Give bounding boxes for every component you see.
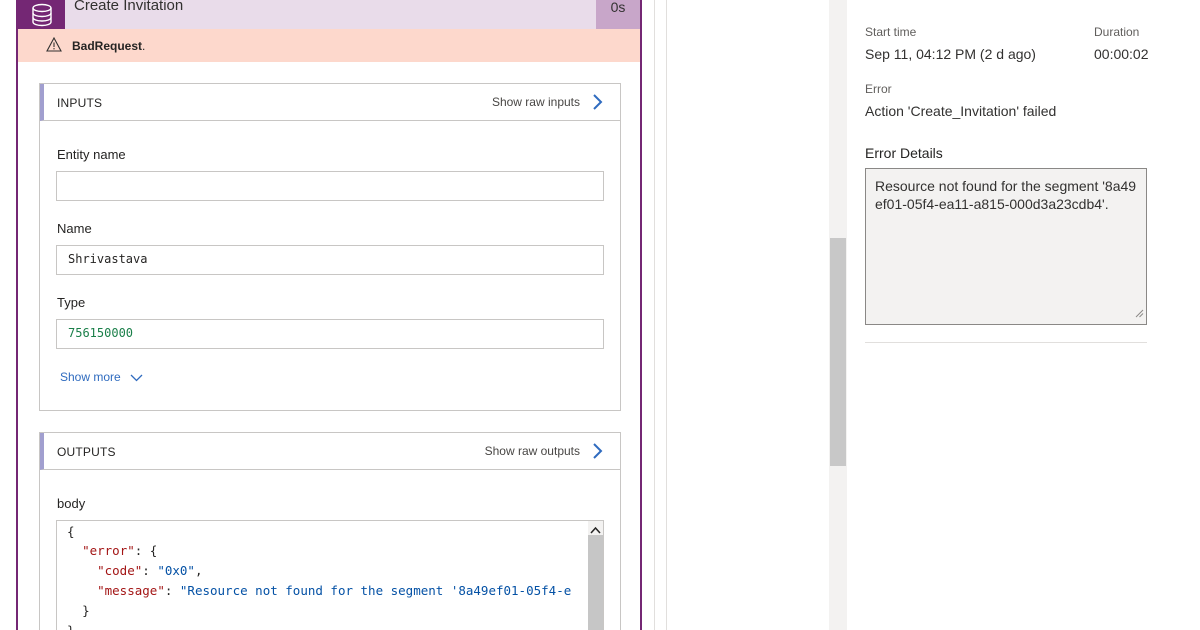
field-label-entity-name: Entity name xyxy=(57,147,126,162)
chevron-up-icon[interactable] xyxy=(590,522,601,537)
show-more-label: Show more xyxy=(60,370,121,384)
code-key-code: "code" xyxy=(97,563,143,578)
error-code-text: BadRequest xyxy=(72,39,143,53)
show-raw-inputs-link[interactable]: Show raw inputs xyxy=(492,95,580,109)
code-line-error: "error": { xyxy=(67,543,157,558)
code-line-outer-close: } xyxy=(67,623,75,630)
action-card: Create Invitation 0s BadRequest. INPUTS … xyxy=(16,0,642,630)
panel-divider xyxy=(666,0,667,630)
outputs-header-label: OUTPUTS xyxy=(57,445,116,459)
code-line-open: { xyxy=(67,524,75,539)
show-raw-outputs-link[interactable]: Show raw outputs xyxy=(485,444,580,458)
start-time-value: Sep 11, 04:12 PM (2 d ago) xyxy=(865,46,1036,62)
type-field[interactable]: 756150000 xyxy=(56,319,604,349)
outputs-header: OUTPUTS Show raw outputs xyxy=(40,433,620,470)
panel-divider xyxy=(654,0,655,630)
chevron-down-icon xyxy=(130,371,143,385)
field-label-type: Type xyxy=(57,295,86,310)
error-details-text: Resource not found for the segment '8a49… xyxy=(875,178,1137,212)
code-scrollbar-thumb[interactable] xyxy=(588,535,603,630)
code-punct: : { xyxy=(134,543,158,558)
show-more-link[interactable]: Show more xyxy=(60,370,143,385)
outputs-section: OUTPUTS Show raw outputs body { "error":… xyxy=(39,432,621,630)
dataverse-icon xyxy=(18,0,65,29)
field-label-name: Name xyxy=(57,221,92,236)
code-value-message: "Resource not found for the segment '8a4… xyxy=(179,583,572,598)
name-field[interactable]: Shrivastava xyxy=(56,245,604,275)
error-value: Action 'Create_Invitation' failed xyxy=(865,103,1057,119)
code-key-message: "message" xyxy=(97,583,165,598)
code-scrollbar[interactable] xyxy=(588,521,603,630)
error-message: BadRequest. xyxy=(72,39,145,53)
code-brace: } xyxy=(82,603,90,618)
error-label: Error xyxy=(865,82,892,96)
code-line-message: "message": "Resource not found for the s… xyxy=(97,583,572,598)
action-card-header[interactable]: Create Invitation 0s xyxy=(18,0,640,29)
start-time-label: Start time xyxy=(865,25,917,39)
action-title: Create Invitation xyxy=(74,0,184,14)
error-suffix: . xyxy=(142,39,146,53)
inputs-header: INPUTS Show raw inputs xyxy=(40,84,620,121)
code-key-error: "error" xyxy=(82,543,135,558)
duration-label: Duration xyxy=(1094,25,1140,39)
warning-icon xyxy=(46,36,62,57)
code-line-code: "code": "0x0", xyxy=(97,563,203,578)
chevron-right-icon[interactable] xyxy=(592,442,604,465)
code-value-code: "0x0" xyxy=(157,563,195,578)
error-details-heading: Error Details xyxy=(865,145,943,161)
error-details-textarea[interactable]: Resource not found for the segment '8a49… xyxy=(865,168,1147,325)
action-duration: 0s xyxy=(596,0,640,29)
resize-grip-icon[interactable] xyxy=(1135,304,1144,322)
field-label-body: body xyxy=(57,496,86,511)
code-line-inner-close: } xyxy=(67,603,90,618)
entity-name-field[interactable] xyxy=(56,171,604,201)
details-separator xyxy=(865,342,1147,343)
canvas-scrollbar-thumb[interactable] xyxy=(830,238,846,466)
inputs-section: INPUTS Show raw inputs Entity name Name … xyxy=(39,83,621,411)
duration-value: 00:00:02 xyxy=(1094,46,1149,62)
error-banner: BadRequest. xyxy=(18,29,640,62)
chevron-right-icon[interactable] xyxy=(592,93,604,116)
body-code-viewer[interactable]: { "error": { "code": "0x0", "message": "… xyxy=(56,520,604,630)
inputs-header-label: INPUTS xyxy=(57,96,103,110)
canvas-scrollbar[interactable] xyxy=(829,0,847,630)
